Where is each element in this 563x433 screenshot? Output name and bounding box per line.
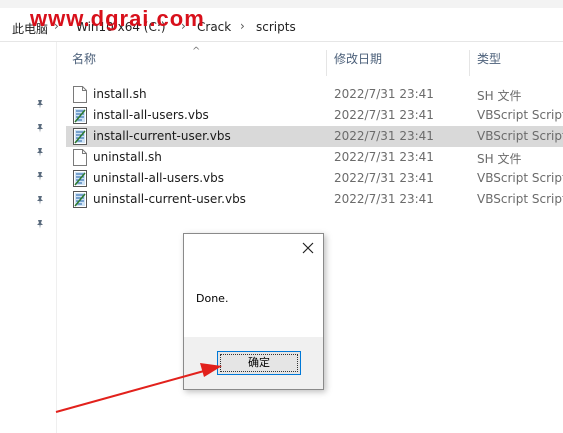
vbs-file-icon (73, 128, 87, 145)
file-row[interactable]: uninstall-current-user.vbs 2022/7/31 23:4… (66, 189, 563, 210)
file-row[interactable]: uninstall-all-users.vbs 2022/7/31 23:41 VB… (66, 168, 563, 189)
file-row[interactable]: uninstall.sh 2022/7/31 23:41 SH 文件 (66, 147, 563, 168)
file-date: 2022/7/31 23:41 (334, 150, 434, 164)
file-row[interactable]: install.sh 2022/7/31 23:41 SH 文件 (66, 84, 563, 105)
sh-file-icon (73, 86, 87, 103)
column-header-name[interactable]: 名称 (72, 50, 96, 76)
file-name: uninstall.sh (93, 150, 162, 164)
file-date: 2022/7/31 23:41 (334, 87, 434, 101)
file-type: VBScript Script (477, 129, 563, 143)
file-type: VBScript Script (477, 171, 563, 185)
file-date: 2022/7/31 23:41 (334, 129, 434, 143)
column-divider[interactable] (326, 50, 327, 76)
column-header-date[interactable]: 修改日期 (334, 50, 382, 76)
file-name: install.sh (93, 87, 147, 101)
watermark-text: www.dgrai.com (30, 6, 205, 31)
pin-icon[interactable] (35, 123, 45, 133)
file-name: install-current-user.vbs (93, 129, 231, 143)
pin-icon[interactable] (35, 147, 45, 157)
file-date: 2022/7/31 23:41 (334, 171, 434, 185)
vbs-file-icon (73, 191, 87, 208)
file-name: uninstall-all-users.vbs (93, 171, 225, 185)
file-type: VBScript Script (477, 108, 563, 122)
vbs-file-icon (73, 170, 87, 187)
vbs-file-icon (73, 107, 87, 124)
file-date: 2022/7/31 23:41 (334, 108, 434, 122)
sort-ascending-icon: ^ (192, 46, 201, 57)
message-dialog: Done. 确定 (183, 233, 324, 390)
file-type: VBScript Script (477, 192, 563, 206)
file-type: SH 文件 (477, 152, 522, 166)
file-row[interactable]: install-all-users.vbs 2022/7/31 23:41 VBSc… (66, 105, 563, 126)
column-header-type[interactable]: 类型 (477, 50, 501, 76)
sh-file-icon (73, 149, 87, 166)
pin-icon[interactable] (35, 171, 45, 181)
ok-button[interactable]: 确定 (217, 351, 301, 375)
file-row[interactable]: install-current-user.vbs 2022/7/31 23:41 V… (66, 126, 563, 147)
pin-icon[interactable] (35, 219, 45, 229)
file-name: uninstall-current-user.vbs (93, 192, 246, 206)
pin-icon[interactable] (35, 99, 45, 109)
dialog-footer: 确定 (184, 337, 323, 389)
close-icon[interactable] (300, 240, 316, 256)
file-type: SH 文件 (477, 89, 522, 103)
navigation-pane (0, 42, 57, 433)
chevron-right-icon: › (240, 19, 245, 33)
breadcrumb-item-scripts[interactable]: scripts (256, 20, 296, 34)
column-divider[interactable] (469, 50, 470, 76)
pin-icon[interactable] (35, 195, 45, 205)
dialog-message: Done. (196, 292, 229, 305)
file-date: 2022/7/31 23:41 (334, 192, 434, 206)
file-name: install-all-users.vbs (93, 108, 209, 122)
